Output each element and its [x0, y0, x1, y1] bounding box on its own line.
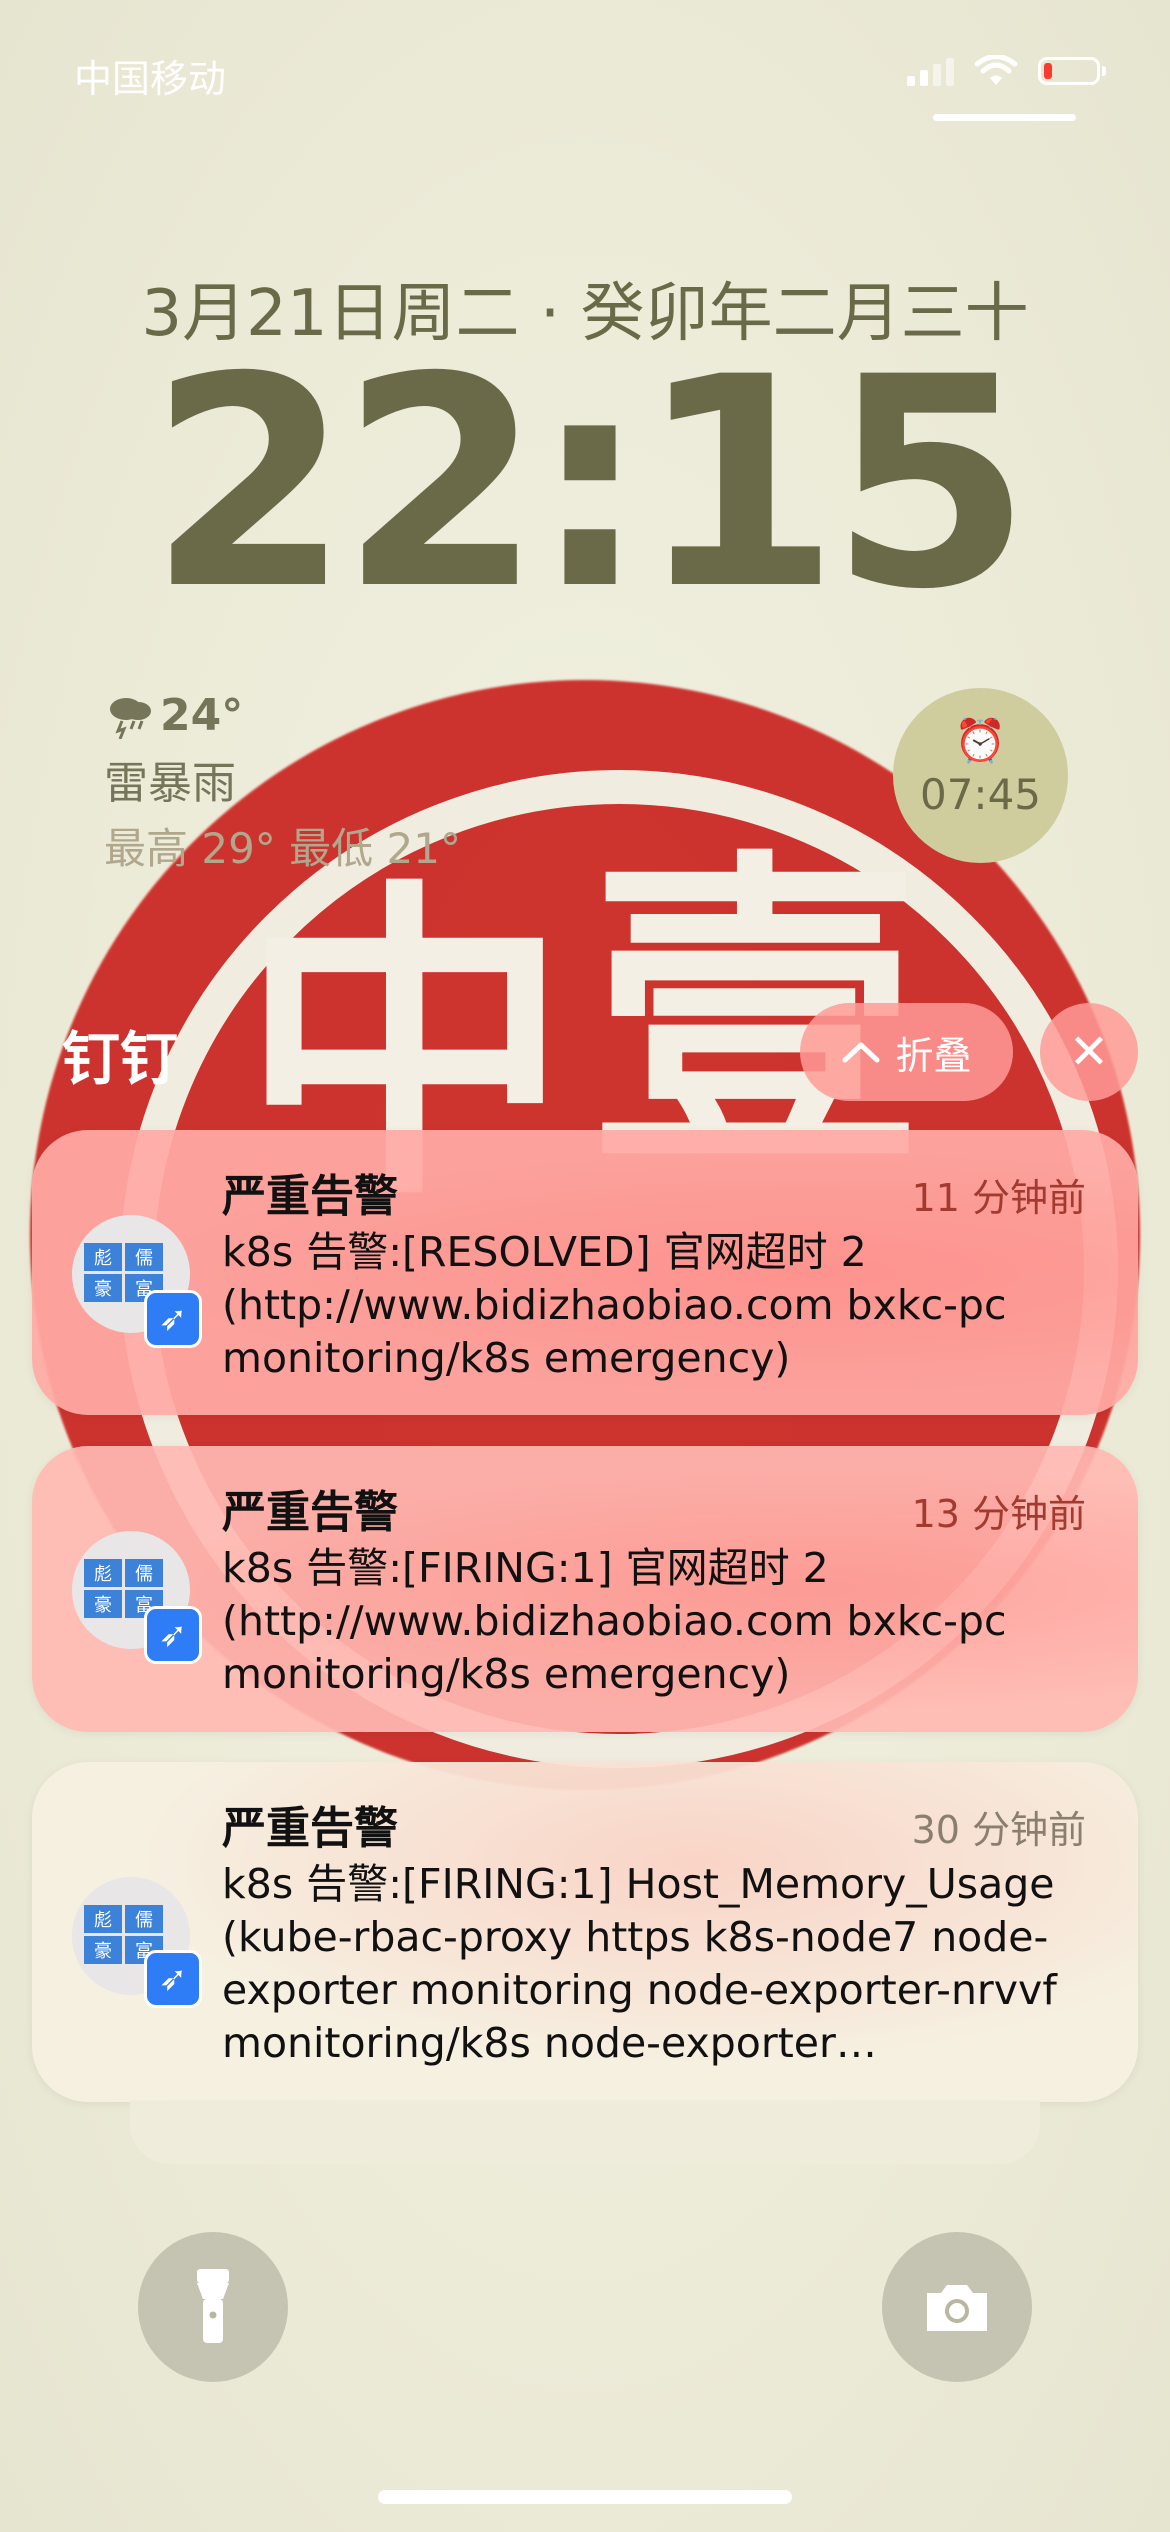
camera-button[interactable]: [882, 2232, 1032, 2382]
notification-title: 严重告警: [222, 1487, 398, 1538]
avatar-tile: 豪: [84, 1936, 122, 1964]
status-indicator-bar: [933, 114, 1076, 121]
avatar-tile: 豪: [84, 1274, 122, 1302]
alarm-widget[interactable]: ⏰ 07:45: [893, 688, 1068, 863]
avatar-tile: 彪: [84, 1243, 122, 1271]
flashlight-icon: [197, 2269, 229, 2343]
close-icon: ✕: [1068, 1024, 1110, 1080]
notification-title: 严重告警: [222, 1171, 398, 1222]
avatar-tile: 儒: [125, 1559, 163, 1587]
alarm-clock-icon: ⏰: [954, 716, 1007, 765]
notification-card[interactable]: 彪 儒 豪 富 ➶ 严重告警 13 分钟前 k8s 告警:[FIRING:1] …: [32, 1446, 1138, 1732]
lock-time: 22:15: [148, 316, 1031, 653]
avatar-tile: 彪: [84, 1905, 122, 1933]
dingtalk-badge-icon: ➶: [144, 1290, 202, 1348]
notification-card[interactable]: 彪 儒 豪 富 ➶ 严重告警 30 分钟前 k8s 告警:[FIRING:1] …: [32, 1762, 1138, 2102]
collapse-label: 折叠: [895, 1033, 972, 1078]
notification-title: 严重告警: [222, 1803, 398, 1854]
dingtalk-badge-icon: ➶: [144, 1950, 202, 2008]
notification-time: 30 分钟前: [911, 1808, 1086, 1852]
battery-icon: [1038, 57, 1106, 85]
stacked-notification-peek[interactable]: [130, 2100, 1040, 2164]
home-indicator[interactable]: [378, 2490, 792, 2504]
avatar-tile: 彪: [84, 1559, 122, 1587]
notification-card[interactable]: 彪 儒 豪 富 ➶ 严重告警 11 分钟前 k8s 告警:[RESOLVED] …: [32, 1130, 1138, 1415]
notification-body: k8s 告警:[FIRING:1] 官网超时 2 (http://www.bid…: [222, 1544, 1007, 1698]
weather-widget[interactable]: 24° 雷暴雨 最高 29° 最低 21°: [104, 690, 461, 876]
avatar-tile: 儒: [125, 1243, 163, 1271]
thunderstorm-icon: [110, 697, 151, 739]
weather-condition: 雷暴雨: [104, 758, 236, 809]
notification-body: k8s 告警:[FIRING:1] Host_Memory_Usage (kub…: [222, 1860, 1057, 2067]
weather-temp: 24°: [160, 690, 244, 741]
signal-icon: [907, 56, 954, 86]
weather-hilo: 最高 29° 最低 21°: [104, 824, 461, 873]
flashlight-button[interactable]: [138, 2232, 288, 2382]
alarm-time: 07:45: [919, 770, 1042, 819]
avatar-tile: 豪: [84, 1590, 122, 1618]
avatar-tile: 儒: [125, 1905, 163, 1933]
carrier-label: 中国移动: [74, 57, 227, 101]
dingtalk-badge-icon: ➶: [144, 1606, 202, 1664]
notification-time: 13 分钟前: [911, 1492, 1086, 1536]
collapse-button[interactable]: 折叠: [800, 1003, 1013, 1101]
chevron-up-icon: [842, 1042, 880, 1063]
notification-body: k8s 告警:[RESOLVED] 官网超时 2 (http://www.bid…: [222, 1228, 1007, 1382]
clear-notifications-button[interactable]: ✕: [1040, 1003, 1138, 1101]
wifi-icon: [974, 55, 1018, 85]
notification-group-app: 钉钉: [62, 1025, 179, 1093]
camera-icon: [927, 2285, 987, 2331]
notification-time: 11 分钟前: [911, 1176, 1086, 1220]
status-icons: [907, 55, 1106, 87]
